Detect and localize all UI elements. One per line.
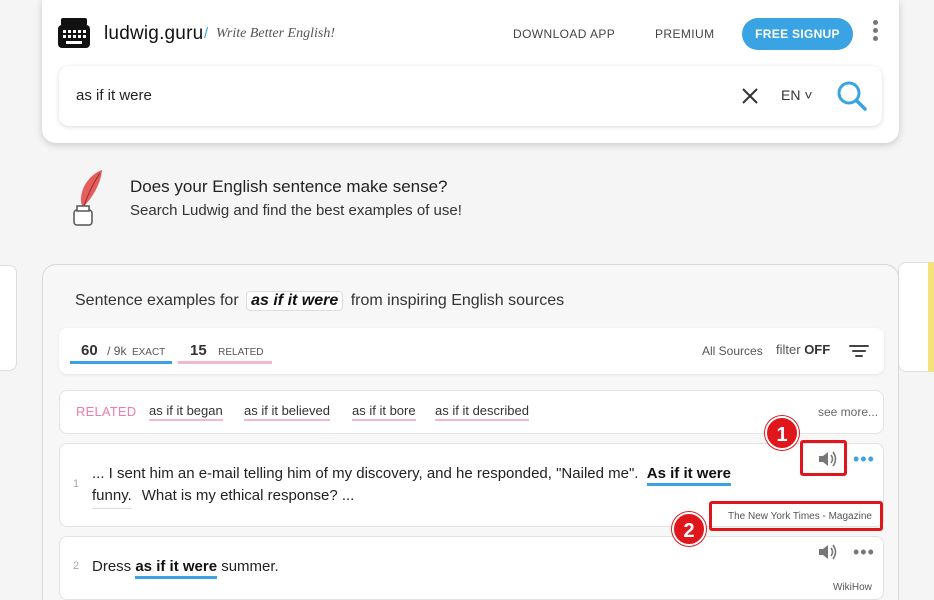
related-tab-label: RELATED bbox=[218, 347, 264, 358]
more-options-icon[interactable]: ••• bbox=[853, 450, 875, 468]
related-count: 15 bbox=[190, 342, 207, 359]
example-sentence: Dress as if it were summer. bbox=[92, 556, 279, 579]
example-number: 2 bbox=[73, 560, 80, 572]
sentence-text: What is my ethical response? ... bbox=[141, 487, 355, 504]
sentence-text: Dress bbox=[92, 558, 132, 575]
filter-icon[interactable] bbox=[849, 344, 869, 358]
annotation-marker-1: 1 bbox=[765, 416, 799, 450]
more-options-icon[interactable]: ••• bbox=[853, 543, 875, 561]
related-bar: RELATED as if it began as if it believed… bbox=[59, 390, 884, 434]
left-side-panel bbox=[0, 265, 17, 371]
header-card: ludwig.guru / Write Better English! DOWN… bbox=[42, 0, 899, 143]
related-item[interactable]: as if it bore bbox=[352, 403, 416, 421]
sentence-text: ... I sent him an e-mail telling him of … bbox=[92, 465, 639, 482]
premium-link[interactable]: PREMIUM bbox=[655, 27, 714, 41]
speaker-icon[interactable] bbox=[817, 542, 839, 562]
exact-count: 60 bbox=[81, 342, 98, 359]
right-side-accent bbox=[928, 262, 934, 372]
tab-exact[interactable]: 60 / 9k EXACT bbox=[70, 342, 172, 364]
example-number: 1 bbox=[73, 478, 80, 490]
tagline: Write Better English! bbox=[216, 26, 335, 41]
download-app-link[interactable]: DOWNLOAD APP bbox=[513, 27, 615, 41]
exact-label: EXACT bbox=[131, 347, 166, 358]
query-badge: as if it were bbox=[246, 291, 344, 311]
all-sources-select[interactable]: All Sources bbox=[702, 344, 763, 358]
sentence-text: summer. bbox=[221, 558, 279, 575]
search-box: as if it were EN ˅ bbox=[59, 66, 882, 126]
query-highlight: As if it were bbox=[646, 465, 731, 486]
typewriter-logo-icon[interactable] bbox=[58, 18, 90, 48]
filter-state: OFF bbox=[804, 342, 831, 357]
related-item[interactable]: as if it began bbox=[149, 403, 223, 421]
source-label[interactable]: WikiHow bbox=[833, 582, 872, 593]
brand-name[interactable]: ludwig.guru bbox=[104, 23, 203, 45]
free-signup-button[interactable]: FREE SIGNUP bbox=[742, 18, 853, 50]
example-sentence: ... I sent him an e-mail telling him of … bbox=[92, 463, 792, 509]
quill-inkwell-icon bbox=[73, 170, 102, 226]
results-tabs-bar: 60 / 9k EXACT 15 RELATED All Sources fil… bbox=[59, 328, 884, 374]
annotation-box-speaker bbox=[800, 440, 847, 476]
exact-total: / 9k bbox=[107, 344, 127, 358]
search-input[interactable]: as if it were bbox=[76, 87, 152, 104]
language-select[interactable]: EN ˅ bbox=[781, 87, 813, 103]
annotation-box-source bbox=[709, 501, 883, 531]
tab-related[interactable]: 15 RELATED bbox=[178, 342, 272, 364]
filter-label: filter bbox=[776, 342, 801, 357]
related-item[interactable]: as if it believed bbox=[244, 403, 330, 421]
sentence-text: funny. bbox=[92, 487, 132, 509]
promo-subtitle: Search Ludwig and find the best examples… bbox=[130, 202, 462, 219]
see-more-link[interactable]: see more... bbox=[818, 405, 878, 419]
more-menu-icon[interactable] bbox=[870, 20, 880, 44]
filter-toggle[interactable]: filter OFF bbox=[776, 342, 830, 357]
heading-prefix: Sentence examples for bbox=[75, 292, 239, 309]
example-card: 2 Dress as if it were summer. ••• WikiHo… bbox=[59, 536, 884, 600]
related-item[interactable]: as if it described bbox=[435, 403, 529, 421]
related-label: RELATED bbox=[76, 404, 137, 419]
search-icon[interactable] bbox=[836, 80, 868, 112]
annotation-marker-2: 2 bbox=[672, 512, 706, 546]
results-heading: Sentence examples for as if it were from… bbox=[75, 291, 564, 311]
tagline-separator: / bbox=[204, 25, 209, 42]
clear-icon[interactable] bbox=[741, 87, 759, 105]
promo-title: Does your English sentence make sense? bbox=[130, 177, 448, 196]
heading-suffix: from inspiring English sources bbox=[350, 292, 565, 309]
query-highlight: as if it were bbox=[135, 558, 218, 579]
